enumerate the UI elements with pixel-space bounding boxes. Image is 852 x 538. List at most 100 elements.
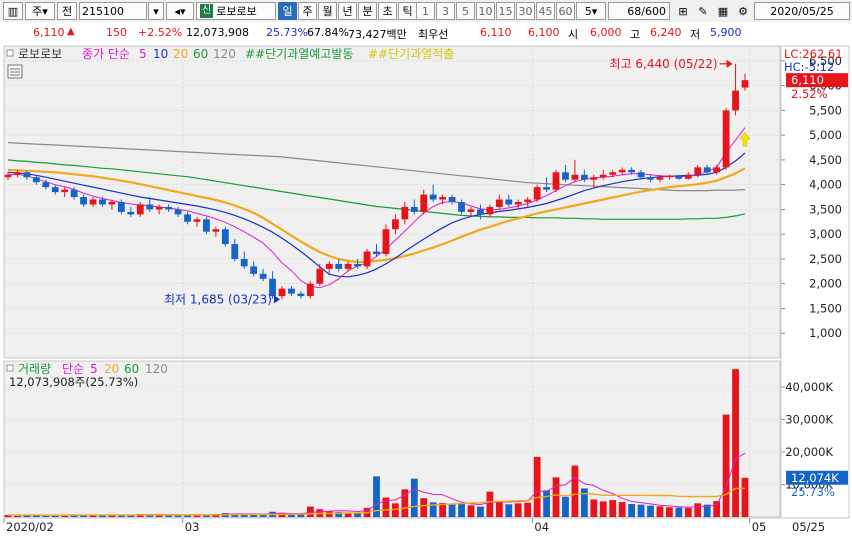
interval-button-5[interactable]: 5 — [456, 2, 475, 20]
interval-button-30[interactable]: 30 — [516, 2, 535, 20]
speaker-icon[interactable]: ◂▾ — [166, 2, 194, 20]
candle-73 — [694, 167, 702, 175]
volume-bar-68 — [647, 505, 654, 517]
candle-20 — [193, 219, 201, 222]
legend-ma120: 120 — [213, 47, 236, 61]
interval-button-45[interactable]: 45 — [536, 2, 555, 20]
candle-67 — [637, 172, 645, 178]
high-price: 6,240 — [650, 26, 682, 39]
candle-15 — [146, 204, 154, 210]
volume-bar-72 — [684, 507, 692, 517]
candle-43 — [410, 206, 418, 212]
period-tab-3[interactable]: 년 — [338, 2, 357, 20]
chart-settings-icon[interactable] — [7, 64, 23, 79]
date-field[interactable]: 2020/05/25 — [754, 2, 850, 20]
current-price-tag-label: 6,110 — [791, 73, 824, 87]
price-basis-select[interactable]: 전 — [57, 2, 77, 20]
change-pct: +2.52% — [138, 26, 183, 39]
interval-button-60[interactable]: 60 — [556, 2, 575, 20]
volume-bar-77 — [732, 369, 739, 517]
legend-signal-1: ##단기과열예고발동 — [245, 47, 353, 61]
price-tick-label-8: 5,000 — [809, 128, 842, 142]
period-tab-2[interactable]: 월 — [318, 2, 337, 20]
legend-marker-icon — [6, 49, 14, 57]
period-tab-6[interactable]: 틱 — [398, 2, 417, 20]
candle-63 — [599, 174, 607, 178]
toolbar: ▥ 주 ▾ 전 215100 ▾ ◂▾ 신 로보로보 5 ▾ 68/600 ⊞ ✎ ▦… — [0, 0, 852, 23]
period-tab-4[interactable]: 분 — [358, 2, 377, 20]
volume-bar-63 — [599, 501, 607, 517]
candle-71 — [675, 175, 683, 179]
up-arrow-icon: ▲ — [67, 26, 75, 37]
interval-button-1[interactable]: 1 — [416, 2, 435, 20]
volume-value: 12,073,908 — [186, 26, 249, 39]
period-tab-1[interactable]: 주 — [298, 2, 317, 20]
candle-44 — [420, 194, 428, 212]
volume-bar-70 — [666, 507, 673, 517]
volume-bar-56 — [533, 456, 541, 517]
volume-legend-ma60: 60 — [124, 362, 139, 376]
volume-legend-ma120: 120 — [145, 362, 168, 376]
volume-bar-73 — [694, 503, 702, 517]
candle-9 — [89, 199, 97, 205]
candle-17 — [165, 206, 173, 210]
candle-68 — [647, 177, 654, 180]
candle-30 — [288, 288, 295, 294]
date-label-3: 05 — [752, 520, 767, 534]
period-tab-5[interactable]: 초 — [378, 2, 397, 20]
interval-button-10[interactable]: 10 — [476, 2, 495, 20]
candle-64 — [609, 172, 617, 175]
candle-39 — [373, 251, 380, 254]
crosshair-icon[interactable]: ⊞ — [674, 2, 692, 20]
draw-tool-icon[interactable]: ✎ — [694, 2, 712, 20]
current-price: 6,110 — [33, 26, 65, 39]
chart-type-icon[interactable]: ▥ — [3, 2, 23, 20]
candle-13 — [127, 211, 135, 215]
volume-legend-ma20: 20 — [104, 362, 119, 376]
volume-tick-label-3: 40,000K — [785, 380, 833, 394]
candle-62 — [590, 177, 598, 180]
grid-icon[interactable]: ▦ — [714, 2, 732, 20]
candle-42 — [401, 206, 409, 220]
volume-bar-49 — [467, 505, 475, 517]
volume-bar-78 — [741, 477, 749, 517]
candle-40 — [382, 229, 390, 254]
candle-59 — [562, 172, 569, 180]
candle-58 — [552, 172, 560, 190]
candle-21 — [203, 219, 210, 232]
volume-legend-type: 단순 — [62, 362, 84, 376]
period-tab-0[interactable]: 일 — [278, 2, 297, 20]
stock-chart[interactable]: 1,000 1,500 2,000 2,500 3,000 3,500 4,000 4,500… — [0, 44, 852, 538]
interval-value-select[interactable]: 5 ▾ — [576, 2, 606, 20]
volume-bar-55 — [524, 502, 532, 517]
low-label: 저 — [690, 28, 701, 41]
candle-0 — [4, 174, 12, 178]
candle-10 — [99, 199, 106, 205]
stock-name-field[interactable]: 신 로보로보 — [196, 2, 276, 20]
interval-button-3[interactable]: 3 — [436, 2, 455, 20]
interval-button-15[interactable]: 15 — [496, 2, 515, 20]
low-price: 5,900 — [710, 26, 742, 39]
candle-52 — [495, 199, 503, 207]
candle-26 — [250, 266, 258, 274]
market-select[interactable]: 주 ▾ — [25, 2, 55, 20]
candle-65 — [618, 169, 626, 173]
candle-22 — [212, 229, 220, 232]
date-label-end: 05/25 — [792, 520, 825, 534]
candle-31 — [297, 293, 305, 297]
settings-gear-icon[interactable]: ⚙ — [734, 2, 752, 20]
legend-ma60: 60 — [193, 47, 208, 61]
price-tick-label-1: 1,500 — [809, 301, 842, 315]
candle-51 — [486, 206, 494, 215]
candle-72 — [684, 174, 692, 179]
candle-49 — [467, 209, 475, 212]
volume-bar-54 — [514, 503, 522, 517]
volume-bar-66 — [628, 504, 636, 517]
ratio-pct: 67.84% — [307, 26, 349, 39]
volume-bar-51 — [486, 491, 494, 517]
volume-bar-41 — [391, 503, 399, 517]
volume-bar-57 — [543, 490, 550, 517]
code-search-icon[interactable]: ▾ — [148, 2, 164, 20]
candle-12 — [117, 202, 125, 212]
code-input[interactable]: 215100 — [79, 2, 147, 20]
